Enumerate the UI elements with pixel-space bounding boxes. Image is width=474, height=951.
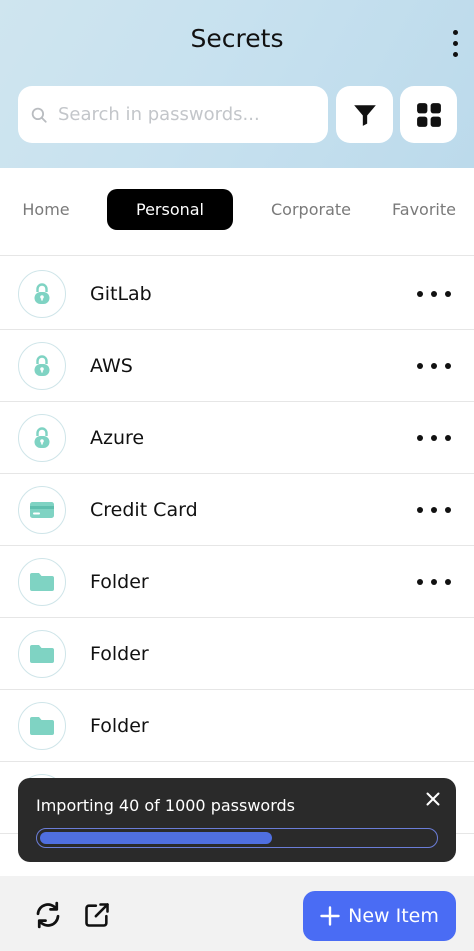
item-more-icon[interactable] bbox=[412, 428, 456, 448]
tab-personal[interactable]: Personal bbox=[107, 189, 233, 230]
lock-icon bbox=[34, 427, 50, 448]
toast-message: Importing 40 of 1000 passwords bbox=[36, 796, 295, 815]
item-icon-badge bbox=[18, 702, 66, 750]
list-item[interactable]: AWS bbox=[0, 330, 474, 402]
category-tabs: Home Personal Corporate Favorite bbox=[0, 168, 474, 256]
new-item-button[interactable]: New Item bbox=[303, 891, 456, 941]
item-label: AWS bbox=[90, 355, 133, 377]
item-icon-badge bbox=[18, 342, 66, 390]
item-icon-badge bbox=[18, 270, 66, 318]
search-input[interactable] bbox=[58, 86, 320, 143]
list-item[interactable]: Folder bbox=[0, 618, 474, 690]
list-item[interactable]: Folder bbox=[0, 546, 474, 618]
item-icon-badge bbox=[18, 486, 66, 534]
item-more-icon[interactable] bbox=[412, 500, 456, 520]
item-icon-badge bbox=[18, 630, 66, 678]
export-icon[interactable] bbox=[82, 900, 112, 930]
folder-icon bbox=[30, 717, 54, 735]
item-more-icon[interactable] bbox=[412, 284, 456, 304]
item-more-icon[interactable] bbox=[412, 356, 456, 376]
progress-fill bbox=[40, 832, 273, 844]
tab-favorite[interactable]: Favorite bbox=[384, 189, 464, 230]
item-label: GitLab bbox=[90, 283, 152, 305]
lock-icon bbox=[34, 283, 50, 304]
item-label: Folder bbox=[90, 715, 149, 737]
filter-icon bbox=[353, 104, 376, 126]
item-label: Folder bbox=[90, 643, 149, 665]
folder-icon bbox=[30, 573, 54, 591]
grid-icon bbox=[416, 102, 441, 127]
close-icon[interactable] bbox=[422, 788, 444, 810]
item-icon-badge bbox=[18, 414, 66, 462]
search-box[interactable] bbox=[18, 86, 328, 143]
item-icon-badge bbox=[18, 558, 66, 606]
search-icon bbox=[31, 107, 47, 123]
item-more-icon[interactable] bbox=[412, 572, 456, 592]
more-options-icon[interactable] bbox=[446, 26, 466, 62]
filter-button[interactable] bbox=[336, 86, 393, 143]
bottom-bar: New Item bbox=[0, 876, 474, 951]
tab-home[interactable]: Home bbox=[8, 189, 84, 230]
list-item[interactable]: GitLab bbox=[0, 258, 474, 330]
list-item[interactable]: Credit Card bbox=[0, 474, 474, 546]
item-label: Folder bbox=[90, 571, 149, 593]
list-item[interactable]: Folder bbox=[0, 690, 474, 762]
item-label: Credit Card bbox=[90, 499, 198, 521]
import-progress-bar bbox=[36, 828, 438, 848]
list-item[interactable]: Azure bbox=[0, 402, 474, 474]
import-toast: Importing 40 of 1000 passwords bbox=[18, 778, 456, 862]
lock-icon bbox=[34, 355, 50, 376]
grid-view-button[interactable] bbox=[400, 86, 457, 143]
plus-icon bbox=[320, 906, 340, 926]
credit-card-icon bbox=[30, 502, 54, 518]
app-header: Secrets bbox=[0, 0, 474, 168]
item-label: Azure bbox=[90, 427, 145, 449]
tab-corporate[interactable]: Corporate bbox=[258, 189, 364, 230]
sync-icon[interactable] bbox=[33, 900, 63, 930]
new-item-label: New Item bbox=[348, 905, 439, 927]
folder-icon bbox=[30, 645, 54, 663]
page-title: Secrets bbox=[190, 24, 284, 53]
